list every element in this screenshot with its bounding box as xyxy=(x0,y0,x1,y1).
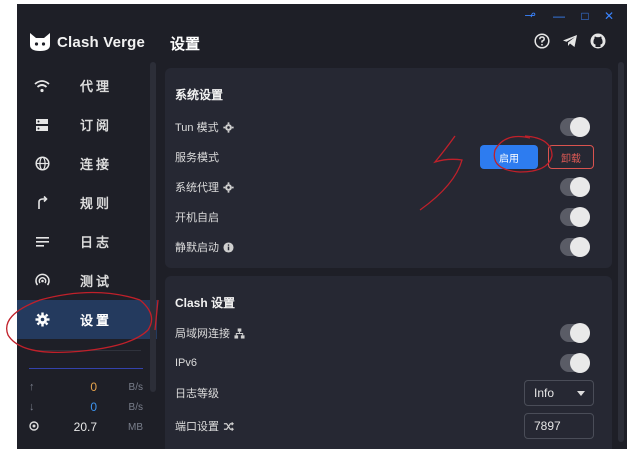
lan-row: 局域网连接 xyxy=(175,318,602,348)
port-row: 端口设置 7897 xyxy=(175,411,602,441)
system-proxy-toggle[interactable] xyxy=(560,177,590,197)
tun-mode-row: Tun 模式 xyxy=(175,112,602,142)
sidebar-divider xyxy=(35,350,141,351)
sidebar-item-test[interactable]: 测试 xyxy=(17,261,157,300)
sidebar-item-label: 日志 xyxy=(80,235,113,250)
globe-icon xyxy=(34,156,50,172)
log-level-row: 日志等级 Info xyxy=(175,378,602,408)
log-level-value: Info xyxy=(534,386,555,400)
arrow-down-icon: ↓ xyxy=(29,401,35,413)
cat-logo-icon xyxy=(30,33,50,51)
upload-speed: ↑ 0 B/s xyxy=(29,377,143,397)
memory-icon xyxy=(29,420,45,434)
app-window: Clash Verge 代理 订阅 连接 规则 日志 测试 设置 ↑ 0 B/s… xyxy=(17,4,627,449)
sidebar-item-label: 规则 xyxy=(80,196,113,211)
port-input[interactable]: 7897 xyxy=(524,413,594,439)
settings-gear-icon[interactable] xyxy=(223,181,234,193)
tun-mode-label: Tun 模式 xyxy=(175,122,219,134)
settings-gear-icon[interactable] xyxy=(222,121,234,133)
sidebar-item-label: 订阅 xyxy=(80,118,113,133)
lan-toggle[interactable] xyxy=(560,323,590,343)
service-mode-label: 服务模式 xyxy=(175,152,219,164)
upload-value: 0 xyxy=(90,380,97,394)
arrow-up-icon: ↑ xyxy=(29,381,35,393)
sidebar-item-proxy[interactable]: 代理 xyxy=(17,66,157,105)
download-value: 0 xyxy=(90,400,97,414)
memory-usage: 20.7 MB xyxy=(29,417,143,437)
system-settings-card: 系统设置 Tun 模式 服务模式 启用 卸载 系统代理 开机自启 静默启动 xyxy=(165,68,612,268)
fork-icon xyxy=(34,195,50,211)
install-service-button[interactable]: 启用 xyxy=(480,145,538,169)
sidebar: Clash Verge 代理 订阅 连接 规则 日志 测试 设置 ↑ 0 B/s… xyxy=(17,4,157,449)
sidebar-item-rules[interactable]: 规则 xyxy=(17,183,157,222)
sidebar-nav: 代理 订阅 连接 规则 日志 测试 设置 xyxy=(17,66,157,339)
chevron-down-icon xyxy=(577,391,585,396)
system-settings-title: 系统设置 xyxy=(175,88,224,102)
wifi-icon xyxy=(34,78,50,94)
github-icon[interactable] xyxy=(589,32,607,50)
list-icon xyxy=(34,234,50,250)
clash-settings-card: Clash 设置 局域网连接 IPv6 日志等级 Info 端口设置 7897 xyxy=(165,276,612,449)
info-icon[interactable] xyxy=(223,241,234,253)
log-level-label: 日志等级 xyxy=(175,388,219,400)
traffic-graph-line xyxy=(29,368,143,369)
network-icon[interactable] xyxy=(234,327,245,339)
brand: Clash Verge xyxy=(29,32,145,52)
minimize-button[interactable]: — xyxy=(552,9,566,23)
sidebar-item-label: 设置 xyxy=(80,313,113,328)
main-scrollbar[interactable] xyxy=(618,62,624,442)
tun-mode-toggle[interactable] xyxy=(560,117,590,137)
traffic-panel: ↑ 0 B/s ↓ 0 B/s 20.7 MB xyxy=(29,368,143,437)
upload-unit: B/s xyxy=(128,381,143,393)
pin-icon[interactable]: ㆪ xyxy=(523,9,537,23)
sidebar-item-connections[interactable]: 连接 xyxy=(17,144,157,183)
auto-launch-label: 开机自启 xyxy=(175,212,219,224)
download-speed: ↓ 0 B/s xyxy=(29,397,143,417)
silent-start-row: 静默启动 xyxy=(175,232,602,262)
help-icon[interactable] xyxy=(533,32,551,50)
close-button[interactable]: ✕ xyxy=(602,9,616,23)
system-proxy-label: 系统代理 xyxy=(175,182,219,194)
gear-icon xyxy=(34,312,50,328)
uninstall-service-button[interactable]: 卸载 xyxy=(548,145,594,169)
log-level-select[interactable]: Info xyxy=(524,380,594,406)
app-name: Clash Verge xyxy=(57,33,146,51)
auto-launch-toggle[interactable] xyxy=(560,207,590,227)
system-proxy-row: 系统代理 xyxy=(175,172,602,202)
page-title: 设置 xyxy=(170,36,201,53)
silent-start-label: 静默启动 xyxy=(175,242,219,254)
radar-icon xyxy=(34,273,50,289)
ipv6-toggle[interactable] xyxy=(560,353,590,373)
service-mode-row: 服务模式 启用 卸载 xyxy=(175,142,602,172)
download-unit: B/s xyxy=(128,401,143,413)
sidebar-item-label: 连接 xyxy=(80,157,113,172)
telegram-icon[interactable] xyxy=(561,32,579,50)
ipv6-label: IPv6 xyxy=(175,357,198,369)
memory-unit: MB xyxy=(128,421,143,433)
dns-icon xyxy=(34,117,50,133)
silent-start-toggle[interactable] xyxy=(560,237,590,257)
sidebar-item-logs[interactable]: 日志 xyxy=(17,222,157,261)
port-label: 端口设置 xyxy=(175,421,219,433)
sidebar-scrollbar[interactable] xyxy=(150,62,156,392)
memory-value: 20.7 xyxy=(73,420,97,434)
sidebar-item-settings[interactable]: 设置 xyxy=(17,300,157,339)
sidebar-item-label: 代理 xyxy=(80,79,113,94)
sidebar-item-label: 测试 xyxy=(80,274,113,289)
ipv6-row: IPv6 xyxy=(175,348,602,378)
maximize-button[interactable]: □ xyxy=(578,9,592,23)
sidebar-item-subscription[interactable]: 订阅 xyxy=(17,105,157,144)
header-actions xyxy=(533,32,607,50)
auto-launch-row: 开机自启 xyxy=(175,202,602,232)
lan-label: 局域网连接 xyxy=(175,328,230,340)
clash-settings-title: Clash 设置 xyxy=(175,296,236,310)
shuffle-icon[interactable] xyxy=(223,421,234,432)
